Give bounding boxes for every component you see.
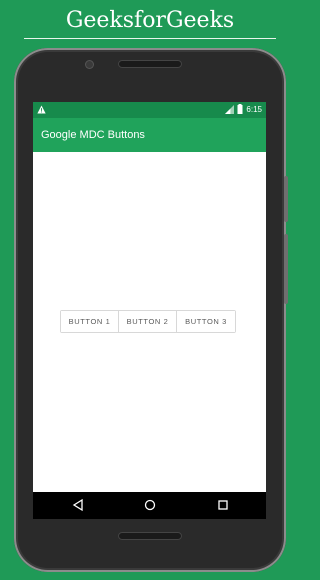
warning-icon: [37, 105, 46, 116]
status-time: 6:15: [246, 105, 262, 114]
button-3[interactable]: BUTTON 3: [177, 311, 235, 332]
home-icon[interactable]: [143, 498, 157, 517]
navigation-bar: [33, 492, 266, 519]
volume-button: [284, 234, 288, 304]
app-title: Google MDC Buttons: [41, 129, 145, 141]
bottom-speaker: [118, 532, 182, 540]
banner-divider: [24, 38, 276, 39]
app-bar: Google MDC Buttons: [33, 118, 266, 152]
recents-icon[interactable]: [216, 498, 230, 517]
button-2[interactable]: BUTTON 2: [119, 311, 177, 332]
power-button: [284, 176, 288, 222]
front-camera: [86, 61, 93, 68]
mdc-button-group: BUTTON 1 BUTTON 2 BUTTON 3: [60, 310, 236, 333]
battery-icon: [237, 104, 243, 116]
device-screen: 6:15 Google MDC Buttons BUTTON 1 BUTTON …: [33, 102, 266, 519]
signal-icon: [225, 104, 235, 116]
status-right-group: 6:15: [225, 102, 262, 118]
top-speaker: [118, 60, 182, 68]
button-1[interactable]: BUTTON 1: [61, 311, 119, 332]
status-bar: 6:15: [33, 102, 266, 118]
banner-title: GeeksforGeeks: [65, 8, 235, 33]
back-icon[interactable]: [71, 498, 85, 517]
